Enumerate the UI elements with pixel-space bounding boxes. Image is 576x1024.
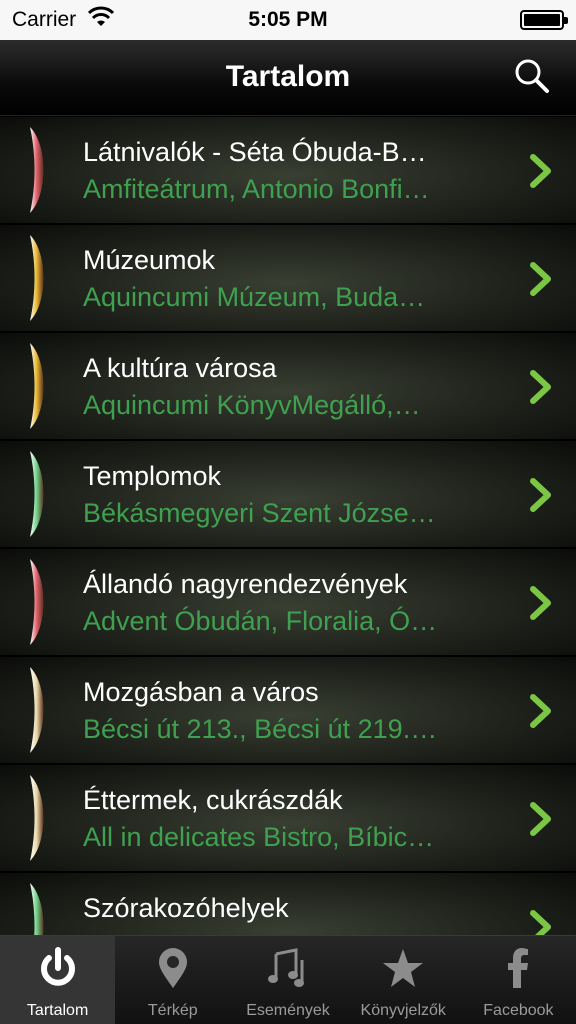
category-leaf-icon — [30, 667, 44, 753]
tab-label: Térkép — [147, 1002, 198, 1019]
facebook-icon — [496, 946, 540, 990]
list-item-subtitle: Aquincumi KönyvMegálló,… — [83, 390, 421, 420]
chevron-right-icon — [530, 694, 551, 728]
list-item-subtitle: Advent Óbudán, Floralia, Ó… — [83, 606, 438, 636]
chevron-right-icon — [530, 910, 551, 935]
tab-label: Facebook — [483, 1002, 554, 1019]
list-item[interactable]: A kultúra városa Aquincumi KönyvMegálló,… — [0, 333, 576, 441]
list-item[interactable]: Mozgásban a város Bécsi út 213., Bécsi út… — [0, 657, 576, 765]
music-note-icon — [266, 946, 310, 990]
tab-könyvjelzők[interactable]: Könyvjelzők — [346, 936, 461, 1024]
list-item-title: Állandó nagyrendezvények — [83, 569, 408, 599]
tab-label: Tartalom — [26, 1002, 89, 1019]
list-item-title: Látnivalók - Séta Óbuda-B… — [83, 137, 427, 167]
category-leaf-icon — [30, 883, 44, 935]
tab-facebook[interactable]: Facebook — [461, 936, 576, 1024]
category-leaf-icon — [30, 451, 44, 537]
category-leaf-icon — [30, 559, 44, 645]
tab-bar: Tartalom Térkép Események Könyvjelzők Facebo… — [0, 935, 576, 1024]
chevron-right-icon — [530, 262, 551, 296]
power-icon — [36, 946, 80, 990]
chevron-right-icon — [530, 370, 551, 404]
list-item[interactable]: Szórakozóhelyek — [0, 873, 576, 935]
list-item-title: Templomok — [83, 461, 222, 491]
tab-események[interactable]: Események — [230, 936, 345, 1024]
map-pin-icon — [151, 946, 195, 990]
list-item-title: Múzeumok — [83, 245, 216, 275]
battery-icon — [520, 10, 568, 30]
list-item-subtitle: Aquincumi Múzeum, Buda… — [83, 282, 426, 312]
chevron-right-icon — [530, 478, 551, 512]
list-item-title: A kultúra városa — [83, 353, 277, 383]
navigation-bar: Tartalom — [0, 40, 576, 116]
list-item-subtitle: Békásmegyeri Szent Józse… — [83, 498, 436, 528]
chevron-right-icon — [530, 802, 551, 836]
tab-label: Könyvjelzők — [360, 1002, 446, 1019]
tab-tartalom[interactable]: Tartalom — [0, 936, 116, 1024]
list-item-subtitle: Amfiteátrum, Antonio Bonfi… — [83, 174, 430, 204]
list-item-title: Szórakozóhelyek — [83, 893, 289, 923]
category-leaf-icon — [30, 127, 44, 213]
status-time: 5:05 PM — [248, 8, 328, 31]
category-leaf-icon — [30, 235, 44, 321]
list-item[interactable]: Látnivalók - Séta Óbuda-B… Amfiteátrum, A… — [0, 117, 576, 225]
chevron-right-icon — [530, 586, 551, 620]
list-item[interactable]: Templomok Békásmegyeri Szent Józse… — [0, 441, 576, 549]
page-title: Tartalom — [225, 60, 351, 93]
list-item-title: Mozgásban a város — [83, 677, 319, 707]
list-item[interactable]: Éttermek, cukrászdák All in delicates Bis… — [0, 765, 576, 873]
star-icon — [381, 946, 425, 990]
list-item-subtitle: Bécsi út 213., Bécsi út 219.… — [83, 714, 438, 744]
search-icon[interactable] — [514, 58, 550, 94]
list-item[interactable]: Állandó nagyrendezvények Advent Óbudán, F… — [0, 549, 576, 657]
list-item-subtitle: All in delicates Bistro, Bíbic… — [83, 822, 435, 852]
category-leaf-icon — [30, 343, 44, 429]
list-item[interactable]: Múzeumok Aquincumi Múzeum, Buda… — [0, 225, 576, 333]
chevron-right-icon — [530, 154, 551, 188]
content-list: Látnivalók - Séta Óbuda-B… Amfiteátrum, A… — [0, 117, 576, 935]
tab-label: Események — [246, 1002, 330, 1019]
status-bar: Carrier 5:05 PM — [0, 0, 576, 40]
tab-térkép[interactable]: Térkép — [115, 936, 230, 1024]
list-item-title: Éttermek, cukrászdák — [83, 785, 343, 815]
category-leaf-icon — [30, 775, 44, 861]
